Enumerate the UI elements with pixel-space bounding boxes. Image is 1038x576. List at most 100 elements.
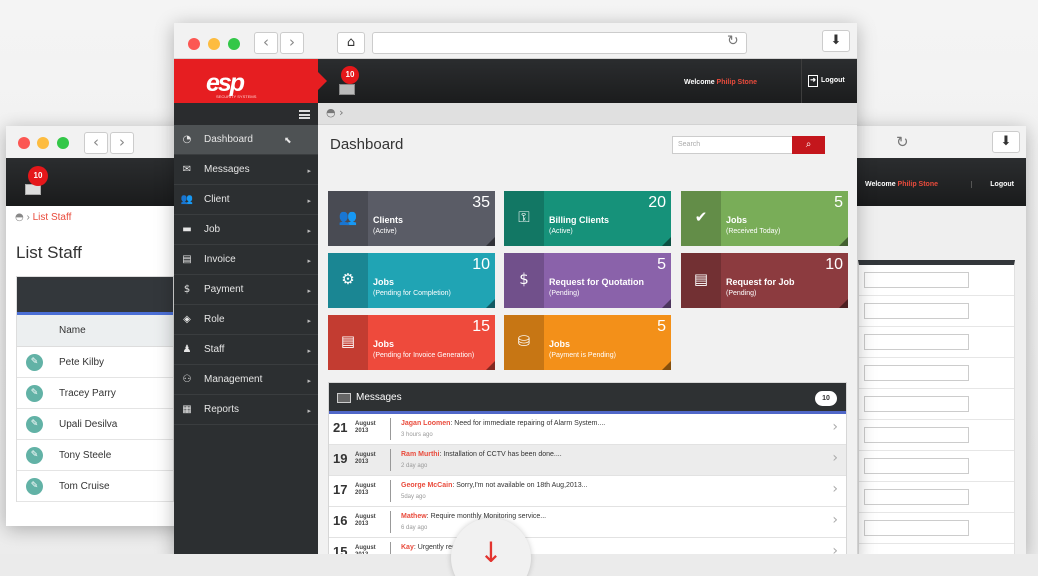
message-body: Need for immediate repairing of Alarm Sy… [454, 420, 606, 427]
summary-tile[interactable]: ⚙ Jobs (Pending for Completion) 10 [328, 253, 495, 308]
input-field[interactable] [864, 427, 969, 443]
summary-tile[interactable]: ⚿ Billing Clients (Active) 20 [504, 191, 671, 246]
minimize-dot[interactable] [37, 137, 49, 149]
sidebar-item-client[interactable]: 👥 Client ▸ [174, 185, 318, 215]
sidebar-item-reports[interactable]: ▦ Reports ▸ [174, 395, 318, 425]
table-row [859, 358, 1014, 389]
summary-tile[interactable]: ⛁ Jobs (Payment is Pending) 5 [504, 315, 671, 370]
logout-button[interactable]: ➜ Logout [801, 59, 857, 103]
summary-tile[interactable]: 👥 Clients (Active) 35 [328, 191, 495, 246]
input-field[interactable] [864, 458, 969, 474]
input-field[interactable] [864, 334, 969, 350]
sidebar-item-management[interactable]: ⚇ Management ▸ [174, 365, 318, 395]
chevron-right-icon[interactable]: › [832, 419, 838, 435]
message-time: 2 day ago [401, 463, 428, 469]
sidebar-item-job[interactable]: ▬ Job ▸ [174, 215, 318, 245]
download-icon[interactable]: ⬇ [992, 131, 1020, 153]
chevron-right-icon[interactable]: › [832, 481, 838, 497]
sender-name[interactable]: Mathew [401, 513, 427, 520]
minimize-dot[interactable] [208, 38, 220, 50]
message-row[interactable]: 21 August 2013 Jagan Loomen: Need for immed… [329, 414, 846, 445]
input-field[interactable] [864, 489, 969, 505]
edit-icon[interactable]: ✎ [26, 447, 43, 464]
edit-icon[interactable]: ✎ [26, 416, 43, 433]
message-month: August [355, 452, 376, 458]
message-row[interactable]: 17 August 2013 George McCain: Sorry,I'm not… [329, 476, 846, 507]
chevron-right-icon[interactable]: › [832, 450, 838, 466]
message-row[interactable]: 19 August 2013 Ram Murthi: Installation of … [329, 445, 846, 476]
table-row[interactable]: ✎ Pete Kilby [17, 347, 173, 378]
search-button[interactable]: ⌕ [792, 136, 825, 154]
message-row[interactable]: 16 August 2013 Mathew: Require monthly Moni… [329, 507, 846, 538]
back-button[interactable]: ‹ [254, 32, 278, 54]
user-name[interactable]: Philip Stone [717, 79, 757, 86]
summary-tile[interactable]: ▤ Request for Job (Pending) 10 [681, 253, 848, 308]
home-icon[interactable]: ◓ › [326, 106, 344, 119]
forward-button[interactable]: › [110, 132, 134, 154]
message-body: Sorry,I'm not available on 18th Aug,2013… [456, 482, 588, 489]
tile-subtitle: (Pending for Completion) [373, 290, 451, 297]
breadcrumb-current[interactable]: List Staff [33, 212, 72, 223]
input-field[interactable] [864, 365, 969, 381]
sidebar-item-role[interactable]: ◈ Role ▸ [174, 305, 318, 335]
sidebar-item-dashboard[interactable]: ◔ Dashboard ⬉ [174, 125, 318, 155]
edit-icon[interactable]: ✎ [26, 354, 43, 371]
sidebar-item-staff[interactable]: ♟ Staff ▸ [174, 335, 318, 365]
edit-icon[interactable]: ✎ [26, 385, 43, 402]
column-header-name[interactable]: Name [17, 315, 173, 347]
input-field[interactable] [864, 303, 969, 319]
close-dot[interactable] [18, 137, 30, 149]
edit-icon[interactable]: ✎ [26, 478, 43, 495]
messages-title: Messages [356, 392, 402, 403]
home-icon[interactable]: ⌂ [337, 32, 365, 54]
user-name[interactable]: Philip Stone [898, 181, 938, 188]
sender-name[interactable]: Jagan Loomen [401, 420, 450, 427]
sidebar-item-label: Dashboard [204, 134, 253, 145]
home-icon[interactable]: ◓ [15, 212, 24, 223]
sidebar-item-label: Management [204, 374, 263, 385]
sidebar-item-messages[interactable]: ✉ Messages ▸ [174, 155, 318, 185]
sender-name[interactable]: Ram Murthi [401, 451, 440, 458]
summary-tile[interactable]: ✔ Jobs (Received Today) 5 [681, 191, 848, 246]
table-row[interactable]: ✎ Tracey Parry [17, 378, 173, 409]
table-row [859, 482, 1014, 513]
staff-name: Tom Cruise [59, 481, 110, 492]
search-input[interactable]: Search ⌕ [672, 136, 825, 154]
table-row[interactable]: ✎ Tony Steele [17, 440, 173, 471]
download-icon[interactable]: ⬇ [822, 30, 850, 52]
forward-button[interactable]: › [280, 32, 304, 54]
messages-panel: Messages 10 21 August 2013 Jagan Loomen: Ne… [328, 382, 847, 563]
summary-tile[interactable]: $ Request for Quotation (Pending) 5 [504, 253, 671, 308]
message-month-year: August2013 [355, 421, 376, 435]
address-bar[interactable] [372, 32, 747, 54]
close-dot[interactable] [188, 38, 200, 50]
input-field[interactable] [864, 272, 969, 288]
tile-count: 5 [834, 194, 843, 211]
reload-icon[interactable]: ↻ [896, 133, 909, 151]
logout-button[interactable]: Logout [971, 181, 1014, 188]
input-field[interactable] [864, 520, 969, 536]
staff-table: Name ✎ Pete Kilby ✎ Tracey Parry ✎ Upali De… [16, 276, 174, 502]
menu-icon[interactable] [299, 110, 310, 119]
message-day: 21 [333, 420, 348, 435]
logo[interactable]: esp SECURITY SYSTEMS [174, 59, 327, 104]
sidebar-toggle[interactable] [174, 103, 318, 125]
envelope-icon[interactable] [339, 84, 355, 95]
reload-icon[interactable]: ↻ [727, 33, 739, 49]
zoom-dot[interactable] [57, 137, 69, 149]
sidebar-item-payment[interactable]: $ Payment ▸ [174, 275, 318, 305]
logout-label: Logout [821, 77, 845, 84]
back-button[interactable]: ‹ [84, 132, 108, 154]
welcome-text: Welcome Philip Stone [865, 181, 938, 188]
zoom-dot[interactable] [228, 38, 240, 50]
client-icon: 👥 [180, 194, 194, 205]
chevron-right-icon[interactable]: › [832, 512, 838, 528]
summary-tile[interactable]: ▤ Jobs (Pending for Invoice Generation) 15 [328, 315, 495, 370]
table-row[interactable]: ✎ Tom Cruise [17, 471, 173, 502]
input-field[interactable] [864, 396, 969, 412]
table-row[interactable]: ✎ Upali Desilva [17, 409, 173, 440]
sender-name[interactable]: George McCain [401, 482, 452, 489]
message-time: 6 day ago [401, 525, 428, 531]
sender-name[interactable]: Kay [401, 544, 414, 551]
sidebar-item-invoice[interactable]: ▤ Invoice ▸ [174, 245, 318, 275]
